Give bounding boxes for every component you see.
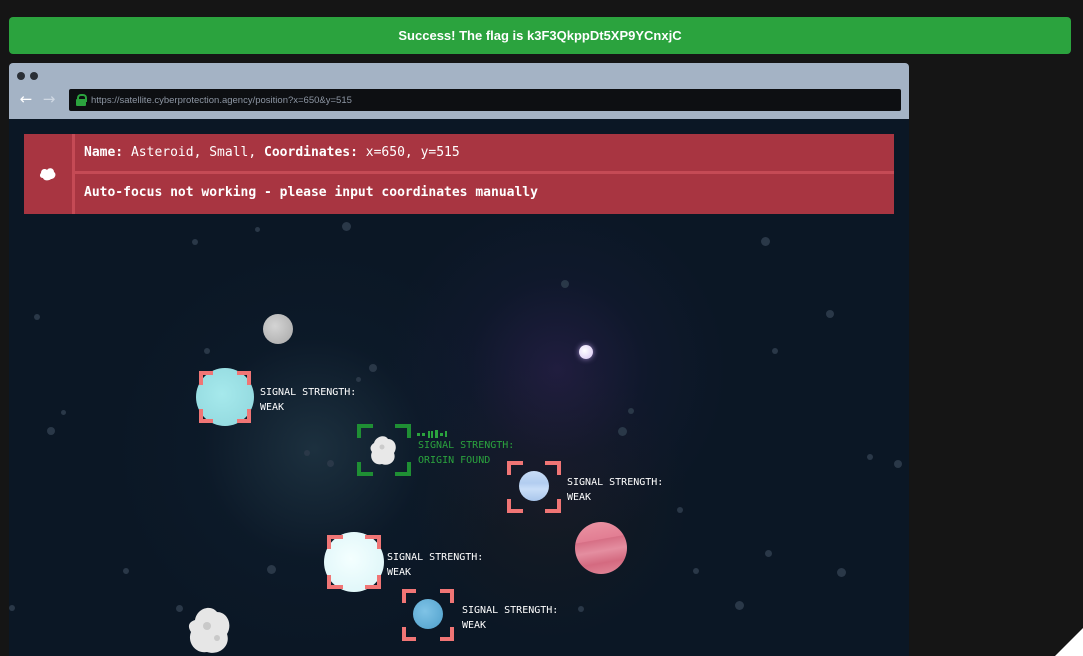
star: [123, 568, 129, 574]
target-bracket-found: [357, 424, 411, 476]
window-dot: [17, 72, 25, 80]
target-bracket: [199, 371, 251, 423]
star: [772, 348, 778, 354]
signal-label-small-blue-planet: SIGNAL STRENGTH: WEAK: [462, 605, 559, 631]
target-bracket: [402, 589, 454, 641]
star: [304, 450, 310, 456]
arrow-right-icon[interactable]: →: [41, 90, 57, 108]
star: [176, 605, 183, 612]
target-info-panel: Name: Asteroid, Small, Coordinates: x=65…: [24, 134, 894, 214]
name-value: Asteroid, Small,: [130, 145, 257, 160]
star: [677, 507, 683, 513]
pink-planet[interactable]: [575, 522, 627, 574]
address-bar[interactable]: https://satellite.cyberprotection.agency…: [69, 89, 901, 111]
arrow-left-icon[interactable]: ←: [18, 90, 34, 108]
signal-label-blue-planet: SIGNAL STRENGTH: WEAK: [567, 477, 664, 503]
star: [761, 237, 770, 246]
star: [327, 460, 334, 467]
gray-moon[interactable]: [263, 314, 293, 344]
star: [356, 377, 361, 382]
star: [578, 606, 584, 612]
large-asteroid[interactable]: [187, 604, 233, 656]
star: [9, 605, 15, 611]
success-banner: Success! The flag is k3F3QkppDt5XP9YCnxj…: [9, 17, 1071, 54]
star: [369, 364, 377, 372]
url-text: https://satellite.cyberprotection.agency…: [91, 94, 352, 106]
star: [735, 601, 744, 610]
star: [837, 568, 846, 577]
autofocus-message: Auto-focus not working - please input co…: [84, 185, 538, 200]
space-viewport[interactable]: Name: Asteroid, Small, Coordinates: x=65…: [9, 119, 909, 656]
coords-key: Coordinates:: [264, 145, 358, 160]
signal-bars-icon: [417, 425, 449, 438]
asteroid-icon: [39, 168, 56, 181]
star: [693, 568, 699, 574]
name-key: Name:: [84, 145, 124, 160]
lavender-star[interactable]: [579, 345, 593, 359]
target-bracket: [327, 535, 381, 589]
star: [894, 460, 902, 468]
signal-label-small-asteroid: SIGNAL STRENGTH: ORIGIN FOUND: [418, 440, 515, 466]
star: [47, 427, 55, 435]
browser-chrome: ← → https://satellite.cyberprotection.ag…: [9, 63, 909, 119]
window-dot: [30, 72, 38, 80]
star: [561, 280, 569, 288]
coords-value: x=650, y=515: [365, 145, 460, 160]
star: [618, 427, 627, 436]
star: [192, 239, 198, 245]
page-corner: [1055, 628, 1083, 656]
target-details: Name: Asteroid, Small, Coordinates: x=65…: [75, 134, 894, 174]
lock-icon: [75, 94, 87, 106]
target-bracket: [507, 461, 561, 513]
signal-label-cyan-planet: SIGNAL STRENGTH: WEAK: [260, 387, 357, 413]
star: [61, 410, 66, 415]
star: [34, 314, 40, 320]
browser-window: ← → https://satellite.cyberprotection.ag…: [9, 63, 909, 656]
star: [204, 348, 210, 354]
star: [255, 227, 260, 232]
star: [826, 310, 834, 318]
star: [628, 408, 634, 414]
star: [765, 550, 772, 557]
star: [267, 565, 276, 574]
star: [867, 454, 873, 460]
star: [342, 222, 351, 231]
asteroid-icon-cell: [24, 134, 75, 214]
signal-label-white-planet: SIGNAL STRENGTH: WEAK: [387, 552, 484, 578]
